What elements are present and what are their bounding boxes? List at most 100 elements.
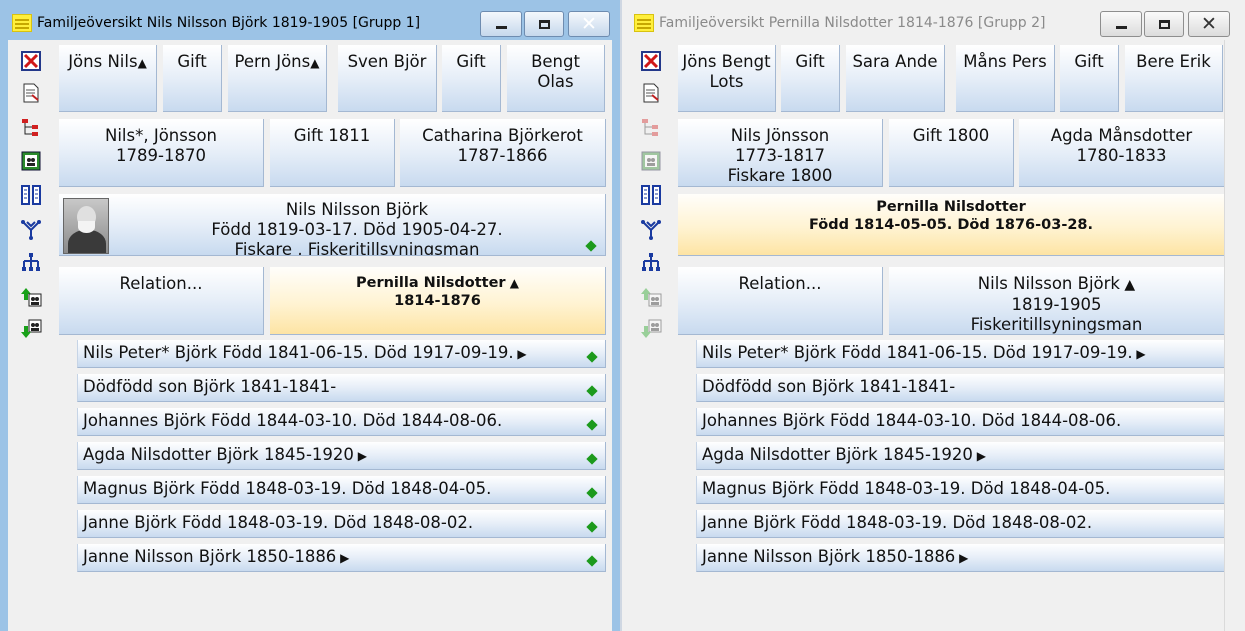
grandparent-cell[interactable]: Måns Pers [956,45,1055,112]
child-label: Johannes Björk Född 1844-03-10. Död 1844… [702,411,1122,430]
grandparent-cell[interactable]: Sven Björ [338,45,437,112]
grandparent-cell[interactable]: Bere Erik [1125,45,1223,112]
move-up-icon[interactable] [20,286,42,308]
report-icon[interactable] [640,82,662,104]
spouse-cell[interactable]: Pernilla Nilsdotter ▲ 1814-1876 [270,267,606,335]
cell-line: Nils Nilsson Björk ▲ [977,274,1136,293]
child-row[interactable]: Janne Nilsson Björk 1850-1886 ▶ [696,544,1224,572]
mother-cell[interactable]: Agda Månsdotter 1780-1833 [1019,119,1224,187]
has-notes-marker [586,453,598,465]
parents-marriage-cell[interactable]: Gift 1811 [270,119,395,187]
cell-line: Fiskare 1800 [727,166,833,185]
child-label: Agda Nilsdotter Björk 1845-1920 [702,445,973,464]
father-cell[interactable]: Nils Jönsson 1773-1817 Fiskare 1800 [678,119,883,187]
close-button[interactable]: ✕ [1188,11,1230,37]
child-row[interactable]: Dödfödd son Björk 1841-1841- [696,374,1224,402]
ancestor-fan-icon-glyph [21,220,41,240]
tree-icon[interactable] [20,116,42,138]
descendants-arrow-icon[interactable]: ▶ [514,347,526,361]
relation-button[interactable]: Relation... [59,267,264,335]
delete-icon[interactable] [20,50,42,72]
cell-line: 1814-1876 [394,293,481,309]
descendants-arrow-icon[interactable]: ▶ [336,551,349,565]
maximize-button[interactable] [1144,11,1184,37]
move-down-icon[interactable] [640,318,662,340]
child-label: Magnus Björk Född 1848-03-19. Död 1848-0… [83,479,492,498]
grandparent-cell[interactable]: Pern Jöns▲ [228,45,327,112]
maximize-button[interactable] [524,11,564,37]
family-group-icon[interactable] [640,150,662,172]
close-button[interactable]: ✕ [568,11,610,37]
mother-cell[interactable]: Catharina Björkerot 1787-1866 [400,119,606,187]
child-row[interactable]: Nils Peter* Björk Född 1841-06-15. Död 1… [77,340,606,368]
grandparent-cell[interactable]: Jöns Bengt Lots [678,45,776,112]
child-row[interactable]: Janne Björk Född 1848-03-19. Död 1848-08… [696,510,1224,538]
grandparent-label: Sara Ande [852,52,938,71]
grandparent-cell[interactable]: Gift [781,45,840,112]
grandparent-cell[interactable]: Gift [442,45,501,112]
descendants-arrow-icon[interactable]: ▶ [1133,347,1145,361]
move-down-icon-glyph [21,319,42,338]
move-down-icon[interactable] [20,318,42,340]
report-icon[interactable] [20,82,42,104]
child-row[interactable]: Agda Nilsdotter Björk 1845-1920 ▶ [696,442,1224,470]
person-photo[interactable] [63,198,109,254]
grandparent-cell[interactable]: Gift [163,45,222,112]
title-bar[interactable]: Familjeöversikt Nils Nilsson Björk 1819-… [0,0,620,40]
columns-icon[interactable] [20,184,42,206]
family-window-1: Familjeöversikt Nils Nilsson Björk 1819-… [0,0,620,631]
grandparent-cell[interactable]: Jöns Nils▲ [59,45,157,112]
title-bar[interactable]: Familjeöversikt Pernilla Nilsdotter 1814… [622,0,1245,40]
minimize-icon [495,25,507,29]
descendant-tree-icon-glyph [642,253,660,271]
grandparent-cell[interactable]: Bengt Olas [507,45,605,112]
descendants-arrow-icon[interactable]: ▶ [973,449,986,463]
child-row[interactable]: Johannes Björk Född 1844-03-10. Död 1844… [77,408,606,436]
spouse-cell[interactable]: Nils Nilsson Björk ▲ 1819-1905 Fiskeritill… [889,267,1224,335]
cell-line: Nils*, Jönsson [104,126,217,145]
vertical-scrollbar[interactable] [1224,40,1245,631]
move-up-icon-glyph [641,288,662,307]
family-group-icon[interactable] [20,150,42,172]
grandparent-cell[interactable]: Sara Ande [846,45,945,112]
relation-button[interactable]: Relation... [678,267,883,335]
cell-line: Agda Månsdotter [1050,126,1193,145]
move-up-icon[interactable] [640,286,662,308]
window-title: Familjeöversikt Nils Nilsson Björk 1819-… [37,15,421,31]
expand-up-icon: ▲ [137,56,147,70]
child-row[interactable]: Johannes Björk Född 1844-03-10. Död 1844… [696,408,1224,436]
child-row[interactable]: Magnus Björk Född 1848-03-19. Död 1848-0… [77,476,606,504]
ancestor-fan-icon[interactable] [640,218,662,240]
grandparent-label: Gift [177,52,207,71]
child-row[interactable]: Agda Nilsdotter Björk 1845-1920 ▶ [77,442,606,470]
grandparent-cell[interactable]: Gift [1060,45,1119,112]
child-row[interactable]: Janne Björk Född 1848-03-19. Död 1848-08… [77,510,606,538]
move-down-icon-glyph [641,319,662,338]
family-group-icon-glyph [21,151,41,171]
descendants-arrow-icon[interactable]: ▶ [354,449,367,463]
cell-line: Relation... [119,274,203,293]
close-icon: ✕ [581,12,597,35]
main-person-cell[interactable]: Nils Nilsson Björk Född 1819-03-17. Död 1… [59,194,606,256]
minimize-button[interactable] [1100,11,1142,37]
parents-marriage-cell[interactable]: Gift 1800 [889,119,1014,187]
delete-icon[interactable] [640,50,662,72]
child-row[interactable]: Dödfödd son Björk 1841-1841- [77,374,606,402]
child-row[interactable]: Nils Peter* Björk Född 1841-06-15. Död 1… [696,340,1224,368]
descendant-tree-icon[interactable] [20,252,42,274]
has-notes-marker [586,351,598,363]
descendants-arrow-icon[interactable]: ▶ [955,551,968,565]
ancestor-fan-icon[interactable] [20,218,42,240]
minimize-button[interactable] [480,11,522,37]
child-row[interactable]: Janne Nilsson Björk 1850-1886 ▶ [77,544,606,572]
descendant-tree-icon[interactable] [640,252,662,274]
father-cell[interactable]: Nils*, Jönsson 1789-1870 [59,119,264,187]
main-person-cell[interactable]: Pernilla Nilsdotter Född 1814-05-05. Död … [678,194,1224,256]
app-icon [634,14,654,32]
child-row[interactable]: Magnus Björk Född 1848-03-19. Död 1848-0… [696,476,1224,504]
grandparent-label: Gift [795,52,825,71]
tree-icon[interactable] [640,116,662,138]
grandparent-label: Måns Pers [963,52,1047,71]
tree-icon-glyph [22,119,38,136]
columns-icon[interactable] [640,184,662,206]
